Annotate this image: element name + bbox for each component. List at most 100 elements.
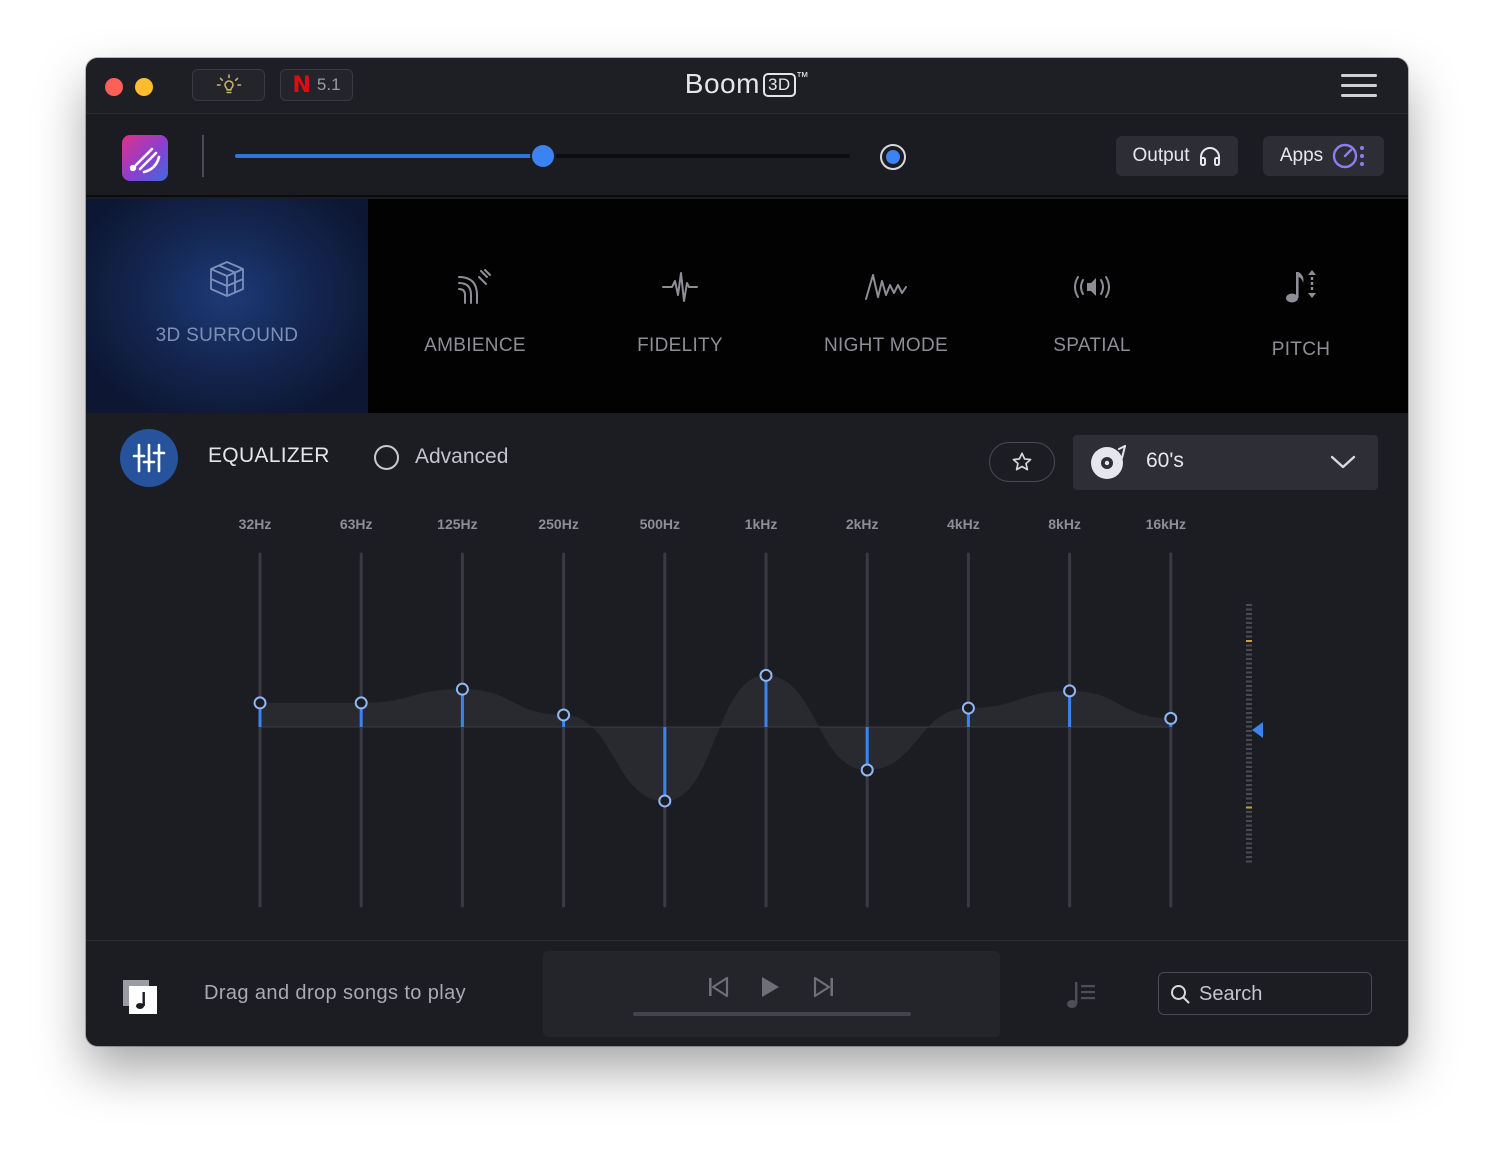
fidelity-icon [662, 272, 698, 302]
search-icon [1171, 985, 1190, 1004]
favorite-preset-button[interactable] [989, 442, 1055, 482]
volume-slider[interactable] [235, 145, 850, 167]
boom-logo[interactable] [122, 135, 168, 181]
eq-band-label-4khz: 4kHz [947, 516, 980, 532]
effect-fidelity-label: FIDELITY [637, 335, 723, 356]
apps-label: Apps [1279, 145, 1324, 166]
vinyl-icon [1091, 445, 1126, 479]
chevron-down-icon [1330, 455, 1356, 469]
volume-fill [235, 154, 543, 158]
advanced-radio[interactable] [374, 445, 399, 470]
effect-fidelity[interactable]: FIDELITY [578, 199, 782, 413]
preamp-marker[interactable] [1252, 722, 1263, 738]
preamp-tick [1246, 833, 1252, 836]
preamp-tick [1246, 770, 1252, 773]
effect-pitch-label: PITCH [1271, 339, 1331, 360]
app-title-text: Boom [684, 68, 760, 99]
effect-3d-surround-label: 3D SURROUND [155, 325, 299, 346]
preamp-tick [1246, 847, 1252, 849]
eq-handle-63hz[interactable] [354, 696, 368, 710]
equalizer-title: EQUALIZER [208, 444, 330, 467]
eq-handle-500hz[interactable] [658, 794, 672, 808]
preamp-tick [1246, 640, 1252, 642]
advanced-label[interactable]: Advanced [415, 445, 508, 469]
eq-handle-32hz[interactable] [253, 696, 267, 710]
preamp-tick [1246, 815, 1252, 818]
seek-bar[interactable] [633, 1012, 911, 1016]
preamp-tick [1246, 721, 1252, 723]
preamp-tick [1246, 662, 1252, 665]
preamp-tick [1246, 802, 1252, 804]
equalizer-toggle[interactable] [120, 429, 178, 487]
previous-track-icon[interactable] [707, 975, 729, 999]
preamp-tick [1246, 680, 1252, 683]
boom-logo-icon [129, 147, 161, 174]
preamp-tick [1246, 644, 1252, 647]
night-mode-icon [865, 274, 907, 300]
app-title-tm: ™ [795, 69, 810, 84]
next-track-icon[interactable] [813, 975, 835, 999]
preamp-tick [1246, 658, 1252, 660]
preamp-tick [1246, 820, 1252, 822]
menu-icon[interactable] [1341, 74, 1377, 98]
preamp-tick [1246, 712, 1252, 714]
eq-band-label-63hz: 63Hz [340, 516, 373, 532]
search-box[interactable] [1158, 972, 1372, 1015]
effect-pitch[interactable]: PITCH [1194, 199, 1408, 413]
cube-icon [210, 261, 244, 297]
preamp-tick [1246, 752, 1252, 755]
preset-dropdown[interactable]: 60's [1073, 435, 1378, 490]
eq-handle-2khz[interactable] [860, 763, 874, 777]
preamp-tick [1246, 739, 1252, 741]
preamp-tick [1246, 797, 1252, 800]
preamp-tick [1246, 716, 1252, 719]
eq-handle-250hz[interactable] [557, 708, 571, 722]
volume-thumb[interactable] [532, 145, 554, 167]
eq-handle-1khz[interactable] [759, 668, 773, 682]
effect-spatial[interactable]: SPATIAL [990, 199, 1194, 413]
volume-divider [202, 135, 204, 177]
preamp-tick [1246, 671, 1252, 674]
preamp-tick [1246, 851, 1252, 854]
preamp-tick [1246, 631, 1252, 633]
preamp-tick [1246, 626, 1252, 629]
preamp-tick [1246, 838, 1252, 840]
eq-handle-8khz[interactable] [1063, 684, 1077, 698]
preamp-tick [1246, 775, 1252, 777]
headphones-icon [1199, 147, 1220, 166]
equalizer-icon [132, 443, 166, 473]
preamp-tick [1246, 761, 1252, 764]
music-file-icon[interactable] [122, 979, 158, 1015]
effect-ambience[interactable]: AMBIENCE [372, 199, 578, 413]
eq-band-label-500hz: 500Hz [640, 516, 680, 532]
effect-3d-surround[interactable]: 3D SURROUND [86, 199, 368, 413]
preamp-tick [1246, 707, 1252, 710]
play-icon[interactable] [759, 975, 781, 999]
eq-handle-4khz[interactable] [961, 701, 975, 715]
search-input[interactable] [1199, 979, 1364, 1009]
eq-handle-16khz[interactable] [1164, 711, 1178, 725]
boost-toggle[interactable] [880, 144, 906, 170]
eq-band-label-16khz: 16kHz [1146, 516, 1186, 532]
app-title-badge: 3D [762, 73, 796, 97]
output-button[interactable]: Output [1116, 136, 1238, 176]
title-bar: N 5.1 Boom 3D ™ [86, 58, 1408, 114]
pitch-icon [1286, 270, 1316, 303]
effect-night-mode[interactable]: NIGHT MODE [782, 199, 990, 413]
preamp-tick [1246, 842, 1252, 845]
preamp-tick [1246, 730, 1252, 732]
preamp-tick [1246, 685, 1252, 687]
preamp-tick [1246, 653, 1252, 656]
apps-button[interactable]: Apps [1263, 136, 1384, 176]
preamp-tick [1246, 757, 1252, 759]
star-icon [1012, 452, 1032, 471]
preamp-tick [1246, 734, 1252, 737]
effect-night-mode-label: NIGHT MODE [823, 335, 949, 356]
playlist-icon[interactable] [1064, 977, 1098, 1011]
bottom-bar: Drag and drop songs to play [86, 941, 1408, 1046]
preamp-tick [1246, 788, 1252, 791]
eq-handle-125hz[interactable] [455, 682, 469, 696]
preamp-tick [1246, 689, 1252, 692]
preamp-tick [1246, 811, 1252, 813]
eq-band-label-1khz: 1kHz [745, 516, 778, 532]
